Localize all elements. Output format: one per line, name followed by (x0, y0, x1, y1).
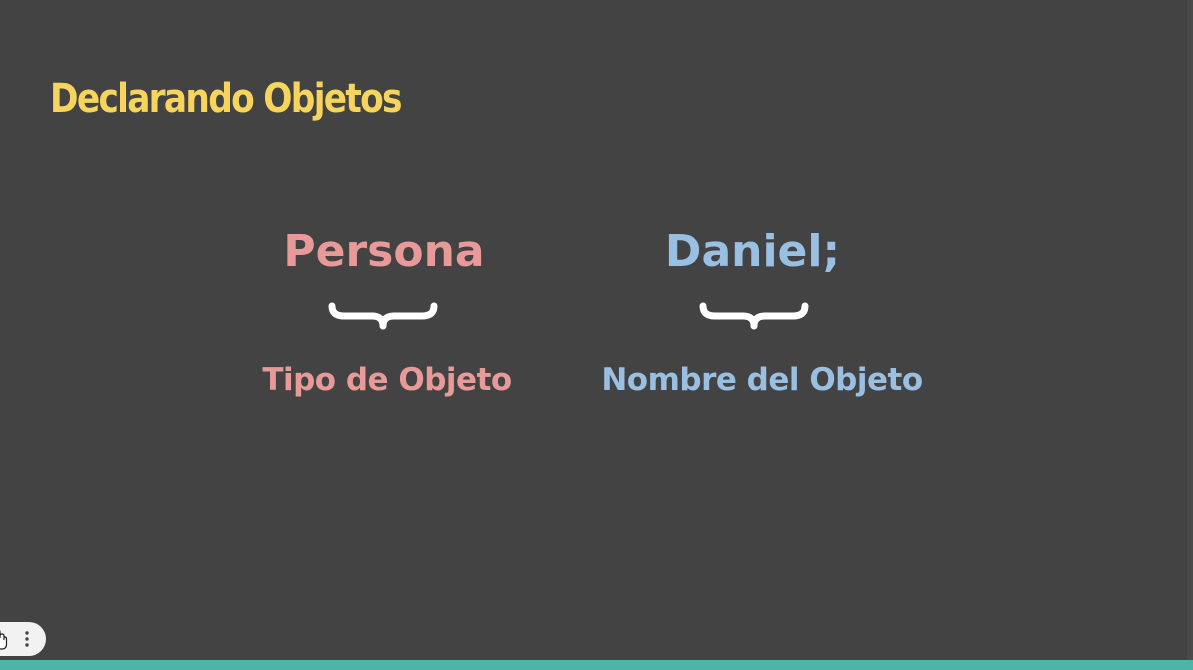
slide-edge (1187, 0, 1193, 660)
video-progress-fill (0, 660, 1193, 670)
type-brace-icon (328, 302, 438, 330)
object-name-word: Daniel; (664, 226, 841, 277)
slide-stage: Declarando Objetos Persona Daniel; Tipo … (0, 0, 1193, 670)
video-progress-bar[interactable] (0, 660, 1193, 670)
object-type-word: Persona (283, 226, 485, 277)
more-options-icon[interactable] (25, 631, 29, 647)
slide-title: Declarando Objetos (50, 76, 402, 122)
name-brace-icon (699, 302, 809, 330)
object-name-caption: Nombre del Objeto (601, 362, 923, 398)
player-control[interactable] (0, 622, 46, 656)
pointer-cursor-icon (0, 630, 8, 650)
object-type-caption: Tipo de Objeto (262, 362, 512, 398)
